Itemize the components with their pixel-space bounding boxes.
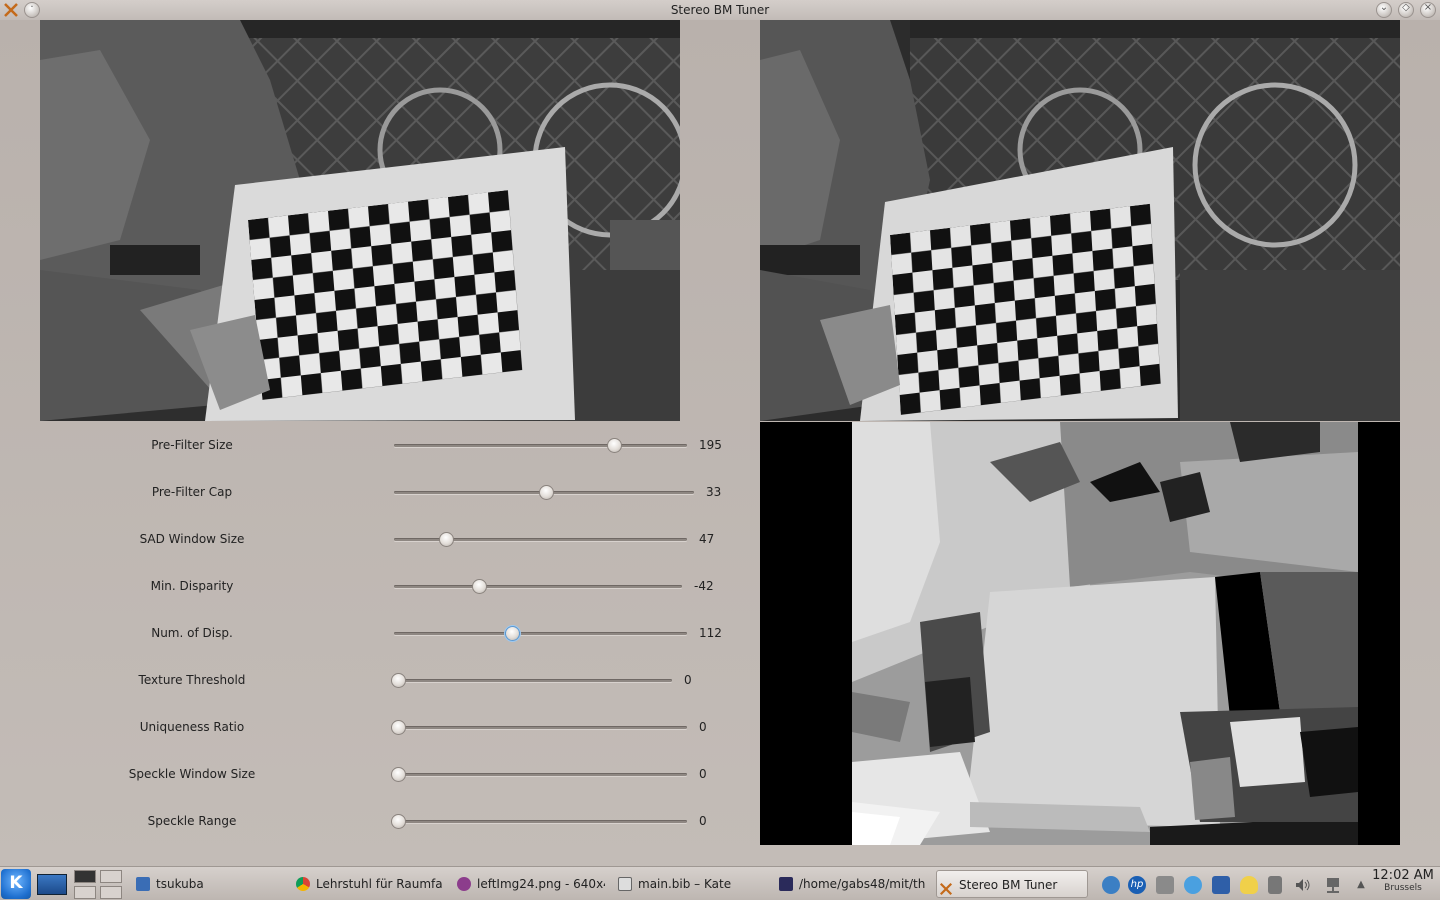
maximize-button[interactable]: ◇ (1398, 2, 1414, 18)
clock-time: 12:02 AM (1372, 868, 1434, 883)
task-kate[interactable]: main.bib – Kate (616, 870, 766, 898)
main-window: Pre-Filter Size 195 Pre-Filter Cap 33 SAD Wi… (0, 20, 1440, 866)
show-desktop-button[interactable] (37, 874, 67, 895)
minimize-button[interactable]: ⌄ (1376, 2, 1392, 18)
task-label: /home/gabs48/mit/th (799, 877, 926, 891)
slider-track[interactable] (394, 679, 672, 682)
close-button[interactable]: × (1420, 2, 1436, 18)
disparity-map (760, 422, 1400, 845)
slider-value: 47 (699, 532, 715, 546)
klipper-icon[interactable] (1184, 876, 1202, 894)
desktop-2[interactable] (100, 870, 122, 883)
updates-icon[interactable] (1212, 876, 1230, 894)
slider-handle[interactable] (439, 532, 454, 547)
task-terminal[interactable]: /home/gabs48/mit/th (777, 870, 927, 898)
slider-label: Min. Disparity (150, 579, 234, 593)
slider-value: 0 (699, 767, 707, 781)
application-launcher-button[interactable]: K (1, 869, 31, 899)
right-camera-image (760, 20, 1400, 421)
desktop-3[interactable] (74, 886, 96, 899)
slider-handle[interactable] (391, 814, 406, 829)
slider-track[interactable] (394, 632, 687, 635)
taskbar: K tsukuba Lehrstuhl für Raumfa leftImg24… (0, 866, 1440, 900)
slider-row: Pre-Filter Cap 33 (0, 477, 760, 507)
slider-handle[interactable] (539, 485, 554, 500)
task-label: tsukuba (156, 877, 204, 891)
slider-label: Num. of Disp. (151, 626, 233, 640)
slider-label: Speckle Range (147, 814, 237, 828)
volume-icon[interactable] (1294, 876, 1312, 894)
slider-row: Min. Disparity -42 (0, 571, 760, 601)
kate-icon (618, 877, 632, 891)
slider-row: Texture Threshold 0 (0, 665, 760, 695)
task-image-viewer[interactable]: leftImg24.png - 640x4 (455, 870, 605, 898)
slider-track[interactable] (394, 820, 687, 823)
slider-label: Pre-Filter Cap (151, 485, 233, 499)
slider-handle[interactable] (472, 579, 487, 594)
task-chrome[interactable]: Lehrstuhl für Raumfa (294, 870, 444, 898)
window-titlebar[interactable]: · Stereo BM Tuner ⌄ ◇ × (0, 0, 1440, 20)
slider-row: Speckle Window Size 0 (0, 759, 760, 789)
slider-value: 195 (699, 438, 722, 452)
slider-track[interactable] (394, 444, 687, 447)
slider-label: SAD Window Size (139, 532, 245, 546)
slider-track[interactable] (394, 726, 687, 729)
slider-row: Pre-Filter Size 195 (0, 430, 760, 460)
wired-network-icon[interactable] (1324, 876, 1342, 894)
task-label: leftImg24.png - 640x4 (477, 877, 605, 891)
task-stereo-bm-tuner[interactable]: Stereo BM Tuner (936, 870, 1088, 898)
slider-label: Uniqueness Ratio (139, 720, 245, 734)
digital-clock[interactable]: 12:02 AM Brussels (1368, 868, 1438, 893)
slider-value: 0 (699, 814, 707, 828)
kde-logo-icon: K (9, 873, 23, 893)
slider-track[interactable] (394, 585, 682, 588)
task-label: main.bib – Kate (638, 877, 732, 891)
task-label: Lehrstuhl für Raumfa (316, 877, 443, 891)
slider-row: Uniqueness Ratio 0 (0, 712, 760, 742)
slider-row: Speckle Range 0 (0, 806, 760, 836)
terminal-icon (779, 877, 793, 891)
battery-icon[interactable] (1268, 876, 1282, 894)
slider-handle[interactable] (607, 438, 622, 453)
slider-handle[interactable] (391, 673, 406, 688)
slider-handle[interactable] (391, 720, 406, 735)
slider-track[interactable] (394, 773, 687, 776)
slider-value: 0 (684, 673, 692, 687)
device-notifier-icon[interactable] (1156, 876, 1174, 894)
task-tsukuba[interactable]: tsukuba (134, 870, 284, 898)
notifications-icon[interactable] (1240, 876, 1258, 894)
slider-label: Speckle Window Size (128, 767, 256, 781)
slider-value: 0 (699, 720, 707, 734)
clock-location: Brussels (1384, 883, 1422, 893)
app-icon (939, 878, 953, 896)
left-camera-image (40, 20, 680, 421)
window-title: Stereo BM Tuner (670, 3, 770, 17)
slider-track[interactable] (394, 538, 687, 541)
desktop-pager[interactable] (74, 869, 124, 899)
desktop-1[interactable] (74, 870, 96, 883)
network-manager-icon[interactable] (1102, 876, 1120, 894)
slider-row: Num. of Disp. 112 (0, 618, 760, 648)
slider-value: 33 (706, 485, 722, 499)
chrome-icon (296, 877, 310, 891)
slider-handle[interactable] (505, 626, 520, 641)
desktop-4[interactable] (100, 886, 122, 899)
task-label: Stereo BM Tuner (959, 878, 1058, 892)
hp-printer-icon[interactable]: hp (1128, 876, 1146, 894)
slider-value: -42 (694, 579, 714, 593)
slider-handle[interactable] (391, 767, 406, 782)
slider-label: Texture Threshold (138, 673, 246, 687)
image-viewer-icon (457, 877, 471, 891)
document-icon (136, 877, 150, 891)
slider-row: SAD Window Size 47 (0, 524, 760, 554)
slider-label: Pre-Filter Size (151, 438, 233, 452)
slider-value: 112 (699, 626, 722, 640)
